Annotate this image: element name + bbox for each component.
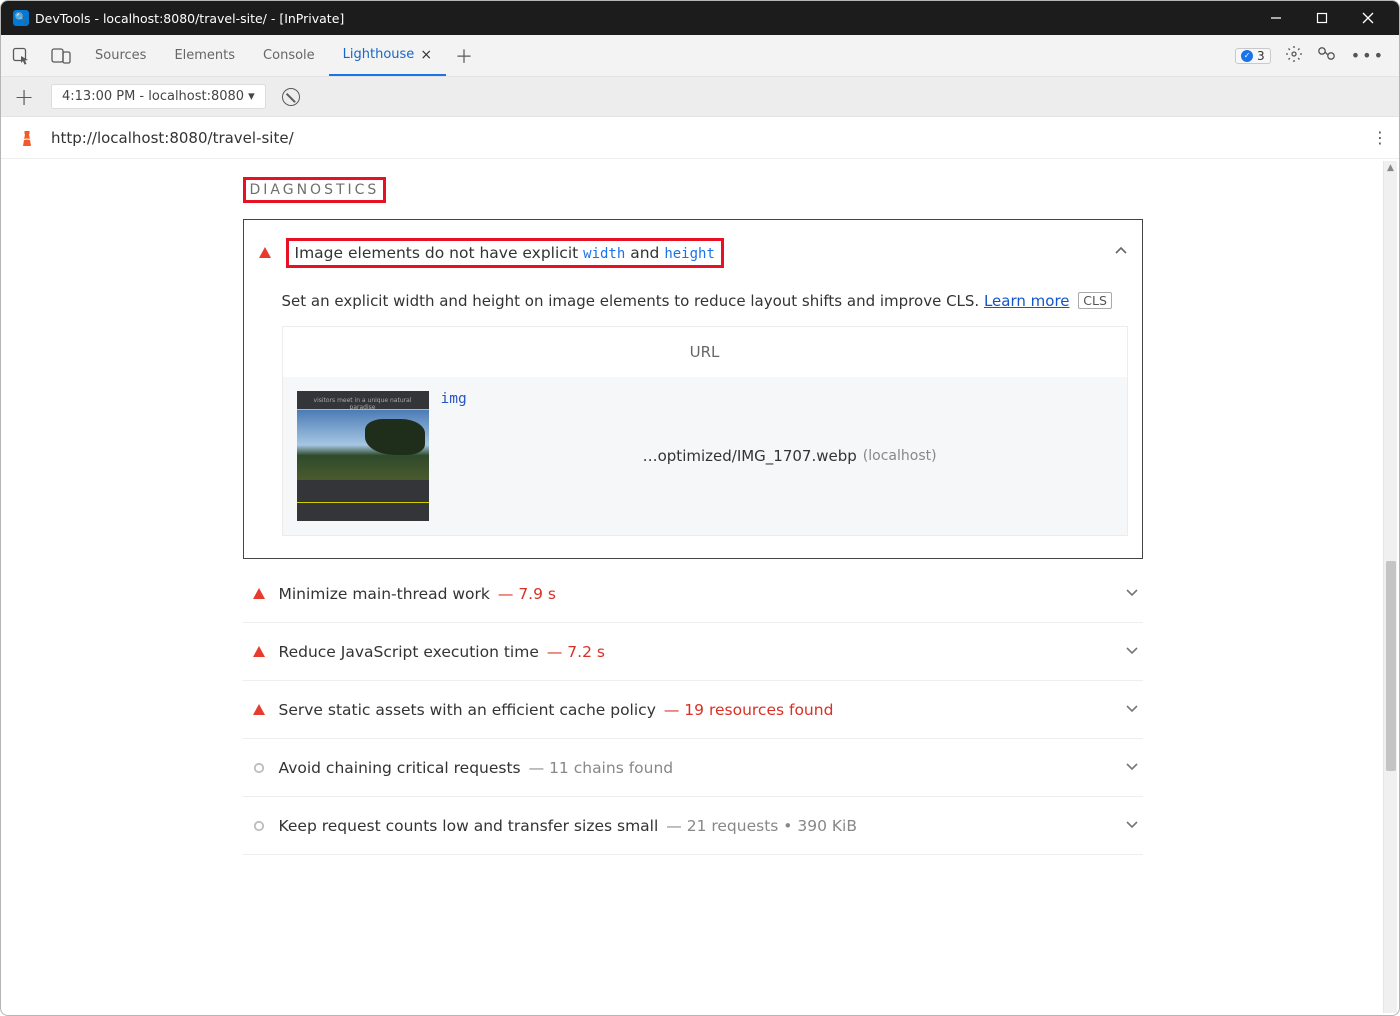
resource-path: …optimized/IMG_1707.webp (localhost) xyxy=(643,447,937,465)
page-url: http://localhost:8080/travel-site/ xyxy=(51,129,294,147)
chevron-up-icon xyxy=(1114,244,1128,262)
triangle-icon xyxy=(258,246,272,260)
chevron-down-icon: ▾ xyxy=(248,89,255,104)
audit-description: Set an explicit width and height on imag… xyxy=(282,292,1128,310)
report-menu-icon[interactable]: ⋮ xyxy=(1372,128,1389,147)
experiments-icon[interactable] xyxy=(1317,45,1337,67)
diagnostic-row[interactable]: Reduce JavaScript execution time — 7.2 s xyxy=(243,623,1143,681)
scroll-up-icon[interactable]: ▲ xyxy=(1384,163,1397,173)
tab-elements[interactable]: Elements xyxy=(160,35,249,76)
diagnostic-row[interactable]: Serve static assets with an efficient ca… xyxy=(243,681,1143,739)
minimize-button[interactable] xyxy=(1253,1,1299,35)
diagnostic-meta: — 21 requests • 390 KiB xyxy=(666,817,857,835)
report-bar: + 4:13:00 PM - localhost:8080 ▾ xyxy=(1,77,1399,117)
devtools-tabstrip: SourcesElementsConsoleLighthouse× ＋ ✓ 3 … xyxy=(1,35,1399,77)
titlebar: 🔍 DevTools - localhost:8080/travel-site/… xyxy=(1,1,1399,35)
chevron-down-icon xyxy=(1125,585,1139,603)
device-toolbar-icon[interactable] xyxy=(41,35,81,77)
close-tab-icon[interactable]: × xyxy=(420,47,432,63)
url-bar: http://localhost:8080/travel-site/ ⋮ xyxy=(1,117,1399,159)
diagnostic-meta: — 7.9 s xyxy=(498,585,556,603)
diagnostic-row[interactable]: Minimize main-thread work — 7.9 s xyxy=(243,565,1143,623)
issues-badge[interactable]: ✓ 3 xyxy=(1235,48,1271,64)
chevron-down-icon xyxy=(1125,759,1139,777)
kebab-menu[interactable]: ••• xyxy=(1351,46,1385,65)
learn-more-link[interactable]: Learn more xyxy=(984,292,1070,310)
circle-icon xyxy=(247,820,271,832)
element-tag: img xyxy=(441,391,467,407)
audit-expanded-panel: Image elements do not have explicit widt… xyxy=(243,219,1143,559)
app-icon: 🔍 xyxy=(13,10,29,26)
scrollbar[interactable]: ▲ xyxy=(1383,161,1397,1013)
diagnostic-title: Serve static assets with an efficient ca… xyxy=(279,701,656,719)
chevron-down-icon xyxy=(1125,701,1139,719)
settings-icon[interactable] xyxy=(1285,45,1303,67)
triangle-icon xyxy=(247,645,271,659)
diagnostic-title: Reduce JavaScript execution time xyxy=(279,643,539,661)
inspect-icon[interactable] xyxy=(1,35,41,77)
diagnostic-row[interactable]: Keep request counts low and transfer siz… xyxy=(243,797,1143,855)
more-tabs-button[interactable]: ＋ xyxy=(446,43,482,69)
diagnostic-meta: — 19 resources found xyxy=(664,701,834,719)
close-window-button[interactable] xyxy=(1345,1,1391,35)
maximize-button[interactable] xyxy=(1299,1,1345,35)
issues-count: 3 xyxy=(1257,49,1265,63)
report-content: DIAGNOSTICS Image elements do not have e… xyxy=(2,161,1383,1014)
diagnostic-title: Minimize main-thread work xyxy=(279,585,490,603)
diagnostic-meta: — 11 chains found xyxy=(529,759,673,777)
diagnostic-title: Avoid chaining critical requests xyxy=(279,759,521,777)
table-row: visitors meet in a unique natural paradi… xyxy=(283,377,1127,535)
tab-sources[interactable]: Sources xyxy=(81,35,160,76)
window-frame: 🔍 DevTools - localhost:8080/travel-site/… xyxy=(0,0,1400,1016)
diagnostic-meta: — 7.2 s xyxy=(547,643,605,661)
tab-console[interactable]: Console xyxy=(249,35,329,76)
audit-url-table: URL visitors meet in a unique natural pa… xyxy=(282,326,1128,536)
chevron-down-icon xyxy=(1125,817,1139,835)
thumbnail: visitors meet in a unique natural paradi… xyxy=(297,391,429,521)
triangle-icon xyxy=(247,703,271,717)
diagnostic-row[interactable]: Avoid chaining critical requests — 11 cha… xyxy=(243,739,1143,797)
audit-header[interactable]: Image elements do not have explicit widt… xyxy=(258,238,1128,268)
window-title: DevTools - localhost:8080/travel-site/ -… xyxy=(35,11,1253,26)
clear-report-icon[interactable] xyxy=(282,88,300,106)
tab-lighthouse[interactable]: Lighthouse× xyxy=(329,35,446,76)
section-heading: DIAGNOSTICS xyxy=(243,177,1143,203)
audit-title: Image elements do not have explicit widt… xyxy=(286,238,724,268)
circle-icon xyxy=(247,762,271,774)
scrollbar-thumb[interactable] xyxy=(1386,561,1396,771)
chevron-down-icon xyxy=(1125,643,1139,661)
diagnostic-title: Keep request counts low and transfer siz… xyxy=(279,817,659,835)
new-report-button[interactable]: + xyxy=(7,83,41,111)
lighthouse-icon xyxy=(17,128,37,148)
cls-chip: CLS xyxy=(1078,292,1112,309)
report-selector[interactable]: 4:13:00 PM - localhost:8080 ▾ xyxy=(51,84,266,109)
triangle-icon xyxy=(247,587,271,601)
column-header: URL xyxy=(283,327,1127,377)
